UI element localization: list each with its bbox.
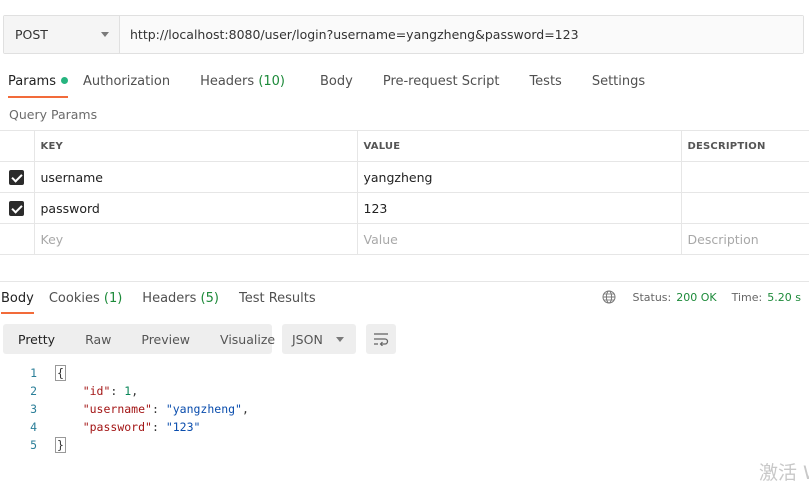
tab-label: Params: [8, 74, 56, 89]
json-value: 1: [124, 384, 132, 398]
tab-headers[interactable]: Headers (10): [200, 70, 285, 98]
json-close-brace: }: [55, 437, 66, 453]
query-params-title: Query Params: [9, 107, 98, 122]
tab-response-body[interactable]: Body: [1, 288, 34, 314]
code-line: 4 "password": "123": [0, 418, 249, 436]
checkbox-checked-icon[interactable]: [9, 170, 25, 185]
query-params-table: KEY VALUE DESCRIPTION username yangzheng…: [0, 130, 809, 255]
json-key: "password": [82, 420, 152, 434]
tab-params[interactable]: Params: [8, 70, 68, 98]
param-key-input[interactable]: username: [33, 161, 358, 193]
tab-authorization[interactable]: Authorization: [83, 70, 170, 98]
status-label: Status:: [632, 290, 672, 304]
code-line: 5 }: [0, 436, 249, 454]
tab-test-results[interactable]: Test Results: [239, 288, 316, 314]
tab-label: Authorization: [82, 74, 171, 89]
header-checkbox-cell: [0, 130, 35, 162]
row-checkbox-cell: [0, 192, 35, 224]
tab-body[interactable]: Body: [320, 70, 353, 98]
tab-tests[interactable]: Tests: [529, 70, 561, 98]
format-label: JSON: [292, 331, 323, 347]
param-value-input[interactable]: 123: [356, 192, 682, 224]
line-number: 5: [30, 438, 37, 452]
method-select[interactable]: POST: [4, 16, 120, 53]
globe-icon[interactable]: [602, 290, 616, 304]
params-active-dot-icon: [60, 77, 68, 84]
tab-label: Test Results: [238, 291, 316, 306]
response-status: Status: 200 OK Time: 5.20 s: [602, 290, 801, 304]
tab-label: Settings: [591, 74, 646, 89]
line-number: 2: [30, 384, 37, 398]
view-pretty[interactable]: Pretty: [3, 324, 70, 354]
param-description-input[interactable]: [680, 161, 809, 193]
tab-label: Headers: [142, 291, 197, 306]
new-description-input[interactable]: Description: [680, 223, 809, 255]
param-key-input[interactable]: password: [33, 192, 358, 224]
tab-count: (10): [258, 74, 285, 89]
tab-label: Cookies: [48, 291, 100, 306]
response-divider: [0, 281, 809, 282]
view-raw[interactable]: Raw: [70, 324, 126, 354]
line-number: 4: [30, 420, 37, 434]
line-number: 1: [30, 366, 37, 380]
chevron-down-icon: [101, 32, 109, 37]
tab-response-headers[interactable]: Headers (5): [142, 288, 219, 314]
json-open-brace: {: [55, 365, 66, 381]
request-url-bar: POST http://localhost:8080/user/login?us…: [3, 15, 804, 54]
tab-cookies[interactable]: Cookies (1): [49, 288, 122, 314]
view-mode-bar: Pretty Raw Preview Visualize: [3, 324, 275, 354]
json-value: "123": [165, 420, 201, 434]
tab-settings[interactable]: Settings: [592, 70, 645, 98]
time-value[interactable]: 5.20 s: [767, 291, 801, 304]
tab-label: Tests: [529, 74, 562, 89]
new-value-input[interactable]: Value: [356, 223, 682, 255]
column-header-value: VALUE: [356, 130, 682, 162]
table-row: password 123: [0, 192, 809, 224]
time-label: Time:: [731, 290, 763, 304]
row-checkbox-cell: [0, 223, 35, 255]
table-row-new: Key Value Description: [0, 223, 809, 255]
json-value: "yangzheng": [165, 402, 242, 416]
json-key: "id": [82, 384, 111, 398]
json-key: "username": [82, 402, 152, 416]
response-tabs: Body Cookies (1) Headers (5) Test Result…: [0, 288, 316, 314]
code-line: 1 {: [0, 364, 249, 382]
view-visualize[interactable]: Visualize: [205, 324, 290, 354]
code-line: 2 "id": 1,: [0, 382, 249, 400]
status-value[interactable]: 200 OK: [676, 291, 716, 304]
tab-label: Headers: [200, 74, 255, 89]
column-header-description: DESCRIPTION: [680, 130, 809, 162]
wrap-lines-icon: [374, 333, 389, 346]
request-tabs: Params Authorization Headers (10) Body P…: [0, 70, 645, 98]
url-input[interactable]: http://localhost:8080/user/login?usernam…: [120, 16, 803, 53]
table-header-row: KEY VALUE DESCRIPTION: [0, 130, 809, 162]
column-header-key: KEY: [33, 130, 358, 162]
new-key-input[interactable]: Key: [33, 223, 358, 255]
row-checkbox-cell: [0, 161, 35, 193]
checkbox-checked-icon[interactable]: [9, 201, 25, 216]
table-row: username yangzheng: [0, 161, 809, 193]
format-select[interactable]: JSON: [282, 324, 356, 354]
param-description-input[interactable]: [680, 192, 809, 224]
code-line: 3 "username": "yangzheng",: [0, 400, 249, 418]
wrap-lines-button[interactable]: [366, 324, 396, 354]
response-body-code[interactable]: 1 { 2 "id": 1, 3 "username": "yangzheng"…: [0, 364, 249, 454]
tab-label: Body: [1, 291, 34, 306]
tab-label: Body: [320, 74, 353, 89]
activation-watermark: 激活 W: [759, 462, 809, 484]
param-value-input[interactable]: yangzheng: [356, 161, 682, 193]
method-label: POST: [15, 27, 48, 42]
view-preview[interactable]: Preview: [126, 324, 205, 354]
tab-count: (1): [103, 291, 123, 306]
chevron-down-icon: [336, 336, 344, 342]
tab-count: (5): [200, 291, 219, 306]
tab-pre-request-script[interactable]: Pre-request Script: [383, 70, 500, 98]
tab-label: Pre-request Script: [382, 74, 500, 89]
line-number: 3: [30, 402, 37, 416]
